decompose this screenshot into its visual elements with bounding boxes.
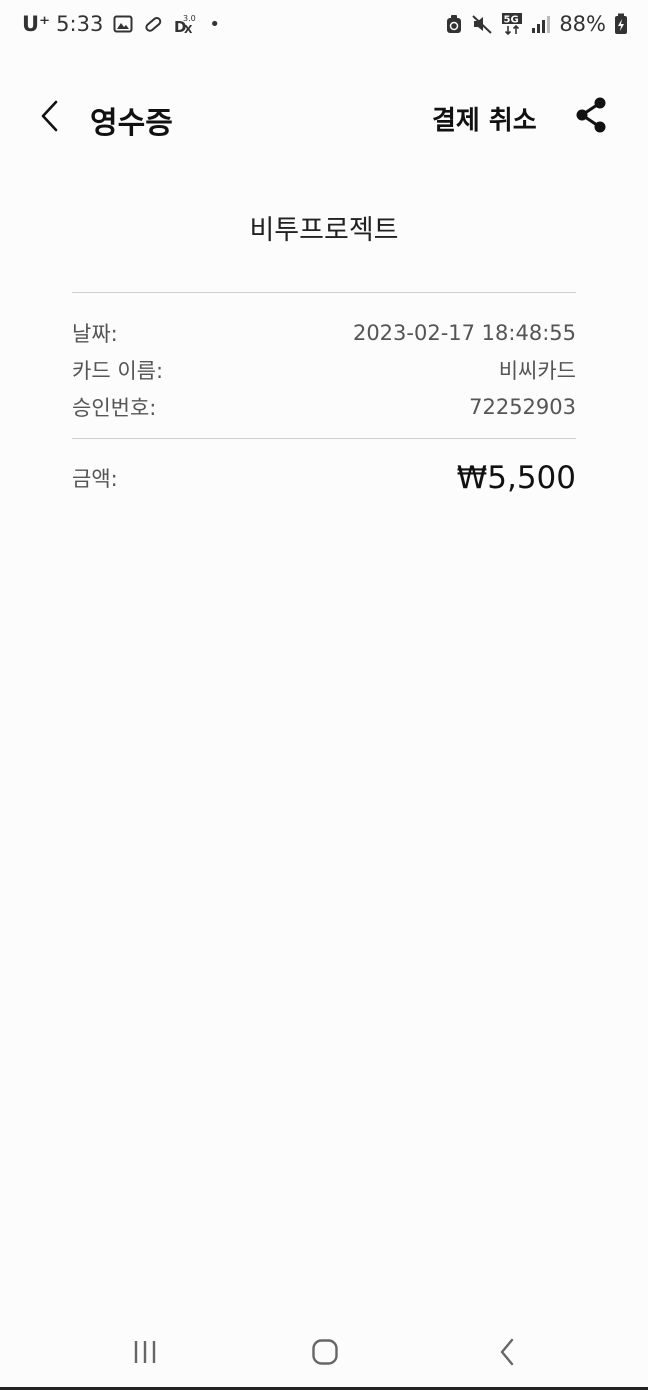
chevron-left-icon [41,100,58,132]
carrier-label: U⁺ [22,12,51,36]
signal-icon [531,14,551,34]
receipt-row-approval-number: 승인번호: 72252903 [72,392,576,422]
gallery-icon [113,14,133,34]
card-name-label: 카드 이름: [72,359,164,383]
dx-icon: D X 3.0 [173,12,197,36]
nav-back-button[interactable] [479,1330,535,1374]
recycle-icon [445,14,463,34]
page-title: 영수증 [90,106,173,141]
back-button[interactable] [26,92,74,140]
receipt-row-card-name: 카드 이름: 비씨카드 [72,355,576,385]
approval-number-value: 72252903 [469,395,576,419]
battery-charging-icon [614,13,628,35]
card-name-value: 비씨카드 [498,359,576,383]
divider-bottom [72,438,576,439]
divider-top [72,292,576,293]
status-bar: U⁺ 5:33 D X 3.0 • 5G 88% [0,0,648,48]
receipt-screen: U⁺ 5:33 D X 3.0 • 5G 88% 영수증 결제 취소 비투프로젝… [0,0,648,1390]
merchant-name: 비투프로젝트 [249,215,399,246]
receipt-row-amount: 금액: ₩5,500 [72,460,576,496]
pill-icon [143,14,163,34]
dot-icon: • [209,13,220,35]
nav-back-icon [500,1338,514,1366]
amount-label: 금액: [72,467,118,491]
system-nav-bar [0,1310,648,1390]
cancel-payment-button[interactable]: 결제 취소 [432,100,537,137]
home-button[interactable] [297,1330,353,1374]
share-icon [576,97,606,133]
approval-number-label: 승인번호: [72,396,157,420]
share-button[interactable] [568,92,614,138]
date-label: 날짜: [72,322,118,346]
battery-percent: 88% [559,12,606,36]
date-value: 2023-02-17 18:48:55 [352,321,576,345]
svg-text:3.0: 3.0 [183,14,196,23]
amount-value: ₩5,500 [456,460,576,496]
network-5g-icon: 5G [501,12,523,36]
mute-icon [471,13,493,35]
receipt-row-date: 날짜: 2023-02-17 18:48:55 [72,318,576,348]
status-bar-left: U⁺ 5:33 D X 3.0 • [22,10,220,38]
home-icon [312,1339,338,1365]
svg-text:X: X [184,23,193,36]
recent-apps-button[interactable] [117,1330,173,1374]
network-label: 5G [504,15,519,26]
status-time: 5:33 [56,12,104,36]
recent-apps-icon [134,1341,156,1363]
app-header: 영수증 결제 취소 [0,80,648,154]
status-bar-right: 5G 88% [445,10,628,38]
